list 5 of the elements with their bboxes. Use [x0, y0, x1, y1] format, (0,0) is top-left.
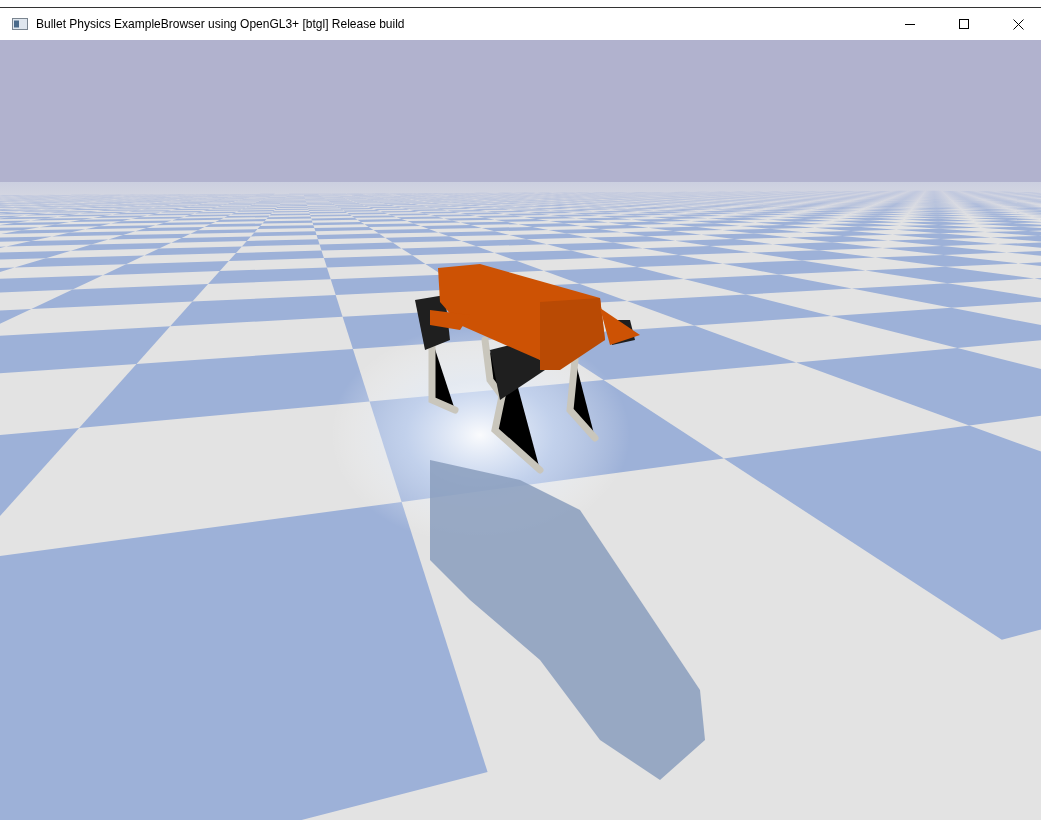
minimize-icon: [905, 23, 915, 25]
app-icon: [12, 18, 28, 30]
close-icon: [1012, 18, 1024, 30]
maximize-icon: [959, 19, 969, 29]
window-title: Bullet Physics ExampleBrowser using OpenGL3+ [btgl] Release build: [36, 17, 406, 31]
